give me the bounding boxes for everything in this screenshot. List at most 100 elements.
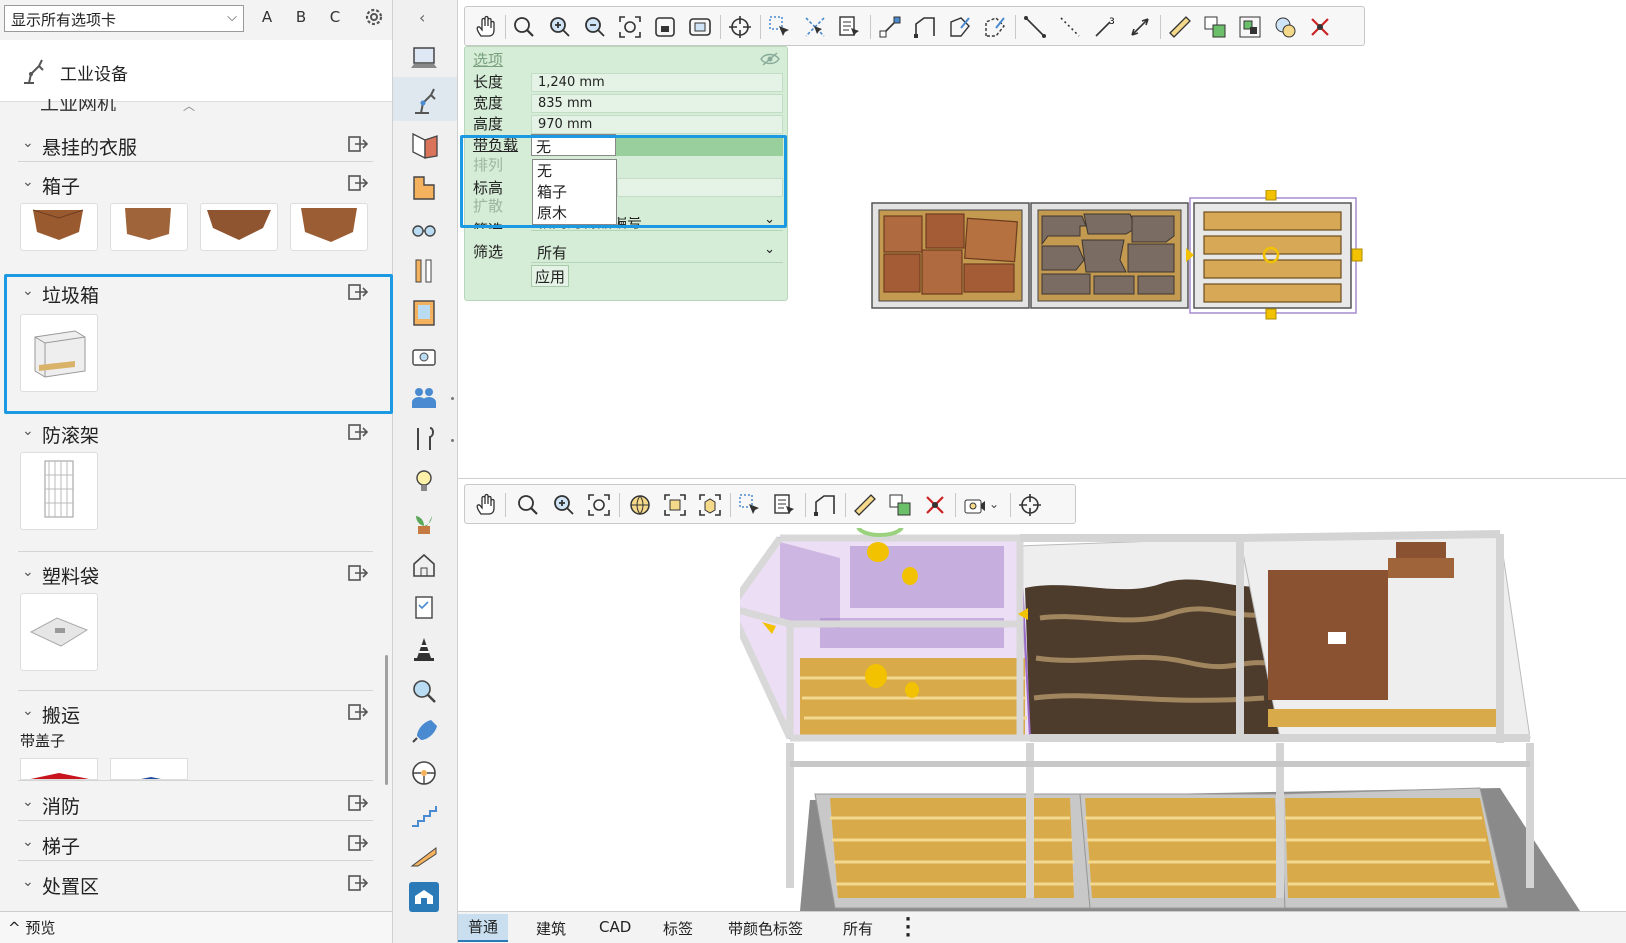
measure-ruler-icon[interactable]	[852, 492, 878, 518]
scrollbar-thumb[interactable]	[385, 655, 388, 785]
section-carry[interactable]: ⌄ 搬运	[18, 696, 373, 730]
tab-architecture[interactable]: 建筑	[536, 918, 566, 939]
letter-button-b[interactable]: B	[292, 8, 310, 26]
traffic-cone-icon[interactable]	[409, 634, 439, 664]
3d-view-scene[interactable]	[740, 528, 1600, 911]
export-icon[interactable]	[347, 173, 369, 193]
tab-colored-labels[interactable]: 带颜色标签	[728, 918, 803, 939]
preview-toggle[interactable]: ^ 预览	[0, 911, 392, 943]
wall-brick-icon[interactable]	[409, 130, 439, 160]
tools-icon[interactable]	[409, 256, 439, 286]
hide-eye-icon[interactable]	[759, 51, 781, 67]
delete-icon[interactable]	[922, 492, 948, 518]
section-roll-cage[interactable]: ⌄ 防滚架	[18, 416, 373, 450]
ramp-icon[interactable]	[409, 840, 439, 870]
search-3d-icon[interactable]	[409, 676, 439, 706]
section-disposal-area[interactable]: ⌄ 处置区	[18, 867, 373, 901]
select-list-icon[interactable]	[772, 492, 798, 518]
section-hanging-clothes[interactable]: ⌄ 悬挂的衣服	[18, 128, 373, 162]
trash-bin-thumbnail[interactable]	[20, 314, 98, 392]
chevron-down-icon: ⌵	[227, 10, 237, 25]
gear-icon[interactable]	[363, 6, 385, 28]
tab-general[interactable]: 普通	[458, 914, 509, 942]
stairs-icon[interactable]	[409, 800, 439, 830]
section-boxes[interactable]: ⌄ 箱子	[18, 167, 373, 201]
kitchen-utensils-icon[interactable]	[409, 424, 439, 454]
load-options-highlight	[460, 135, 787, 228]
industrial-equipment-icon[interactable]	[393, 77, 457, 121]
tab-cad[interactable]: CAD	[599, 918, 631, 936]
letter-button-c[interactable]: C	[326, 8, 344, 26]
length-label: 长度	[473, 73, 504, 91]
carry-thumbnail-2[interactable]	[110, 758, 188, 780]
select-icon[interactable]	[737, 492, 763, 518]
polyline-icon[interactable]	[812, 492, 838, 518]
box-thumbnail-1[interactable]	[20, 203, 98, 251]
divider	[18, 780, 373, 781]
steering-wheel-icon[interactable]	[409, 758, 439, 788]
section-trash-bins[interactable]: ⌄ 垃圾箱	[18, 276, 373, 310]
export-icon[interactable]	[347, 793, 369, 813]
center-target-icon[interactable]	[1017, 492, 1043, 518]
section-ladders[interactable]: ⌄ 梯子	[18, 827, 373, 861]
plan-view-objects[interactable]	[870, 190, 1370, 320]
width-field[interactable]: 835 mm	[531, 94, 783, 113]
letter-button-a[interactable]: A	[258, 8, 276, 26]
export-icon[interactable]	[347, 702, 369, 722]
fit-selection-icon[interactable]	[697, 492, 723, 518]
zoom-in-icon[interactable]	[551, 492, 577, 518]
robot-arm-icon	[20, 56, 50, 86]
export-icon[interactable]	[347, 282, 369, 302]
tab-labels[interactable]: 标签	[663, 918, 693, 939]
carry-thumbnail-1[interactable]	[20, 758, 98, 780]
length-field[interactable]: 1,240 mm	[531, 73, 783, 92]
picture-frame-icon[interactable]	[409, 298, 439, 328]
pan-hand-icon[interactable]	[473, 492, 499, 518]
carry-subtitle: 带盖子	[20, 732, 66, 750]
tab-select[interactable]: 显示所有选项卡 ⌵	[4, 5, 244, 32]
box-thumbnail-3[interactable]	[200, 203, 278, 251]
people-icon[interactable]	[409, 382, 439, 412]
camera-icon[interactable]	[409, 340, 439, 370]
zoom-icon[interactable]	[515, 492, 541, 518]
export-icon[interactable]	[347, 563, 369, 583]
collapse-caret-icon[interactable]: ︿	[183, 97, 195, 114]
export-icon[interactable]	[347, 873, 369, 893]
more-options-icon[interactable]: · · ·	[904, 911, 912, 943]
section-fire[interactable]: ⌄ 消防	[18, 787, 373, 821]
camera-settings-icon[interactable]	[962, 492, 988, 518]
export-icon[interactable]	[347, 833, 369, 853]
apply-button[interactable]: 应用	[531, 265, 569, 287]
fit-object-icon[interactable]	[662, 492, 688, 518]
height-field[interactable]: 970 mm	[531, 115, 783, 134]
tab-all[interactable]: 所有	[843, 918, 873, 939]
laptop-icon[interactable]	[409, 44, 439, 74]
chevron-down-icon: ⌄	[22, 564, 34, 580]
filter2-select[interactable]: 所有 ⌄	[531, 241, 783, 263]
copy-objects-icon[interactable]	[887, 492, 913, 518]
more-dot	[451, 397, 454, 400]
plant-icon[interactable]	[409, 508, 439, 538]
orbit-globe-icon[interactable]	[627, 492, 653, 518]
plastic-bag-thumbnail[interactable]	[20, 593, 98, 671]
box-thumbnail-2[interactable]	[110, 203, 188, 251]
box-thumbnail-4[interactable]	[290, 203, 368, 251]
export-icon[interactable]	[347, 134, 369, 154]
glasses-icon[interactable]	[409, 214, 439, 244]
roll-cage-thumbnail[interactable]	[20, 452, 98, 530]
house-icon[interactable]	[409, 550, 439, 580]
export-icon[interactable]	[347, 422, 369, 442]
rocket-icon[interactable]	[409, 716, 439, 746]
light-bulb-icon[interactable]	[409, 466, 439, 496]
chevron-down-icon[interactable]: ⌄	[989, 497, 999, 511]
collapse-panel-icon[interactable]: ‹	[419, 8, 425, 27]
left-panel: 显示所有选项卡 ⌵ A B C 工业设备 工业网机 ︿ ⌄ 悬挂的衣服 ⌄ 箱子…	[0, 0, 393, 943]
view-divider	[458, 478, 1626, 479]
section-plastic-bags[interactable]: ⌄ 塑料袋	[18, 557, 373, 591]
floor-plan-icon[interactable]	[409, 172, 439, 202]
disposal-area-icon[interactable]	[409, 882, 439, 912]
category-header: 工业设备	[0, 40, 392, 102]
clipboard-icon[interactable]	[409, 592, 439, 622]
section-label: 箱子	[42, 176, 81, 198]
zoom-extents-icon[interactable]	[586, 492, 612, 518]
